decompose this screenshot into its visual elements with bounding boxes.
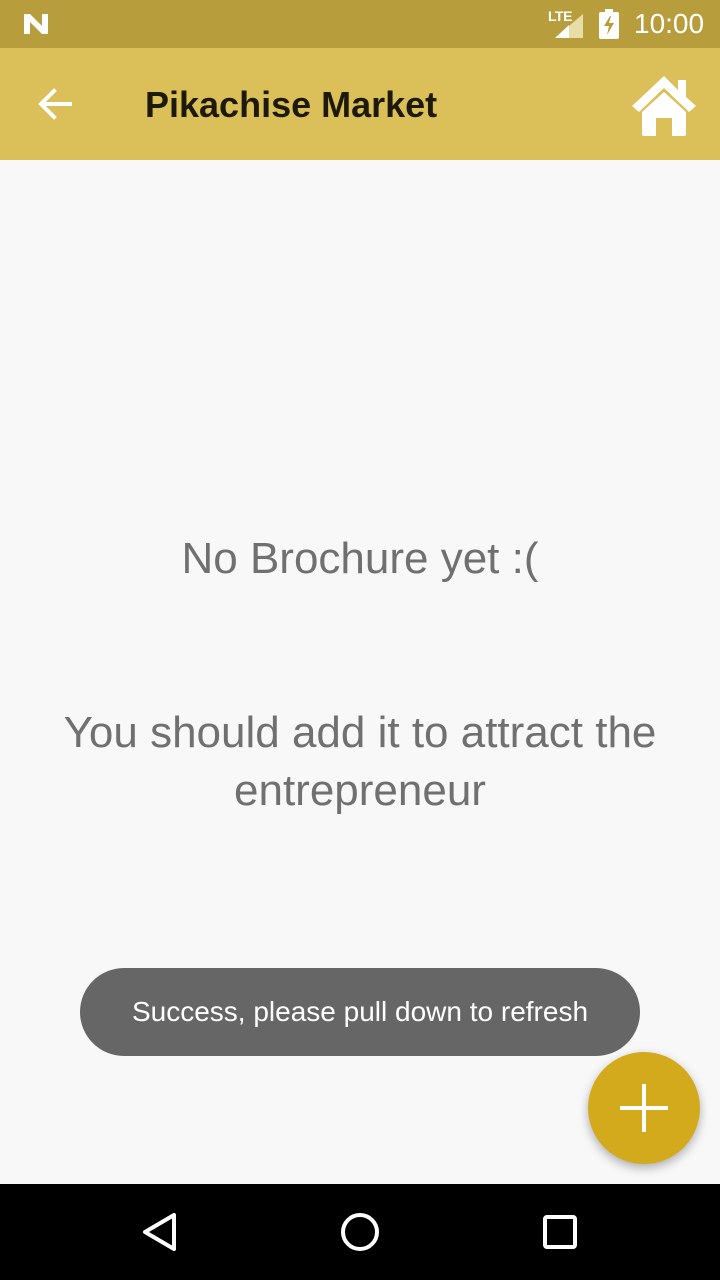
- toast-message: Success, please pull down to refresh: [80, 968, 640, 1056]
- plus-icon: [620, 1084, 668, 1132]
- home-circle-icon[interactable]: [336, 1208, 384, 1256]
- toast-text: Success, please pull down to refresh: [131, 996, 589, 1027]
- navigation-bar: [0, 1184, 720, 1280]
- page-title: Pikachise Market: [145, 84, 438, 125]
- empty-state-message: You should add it to attract the entrepr…: [63, 708, 657, 815]
- android-n-icon: [24, 14, 48, 34]
- back-triangle-icon[interactable]: [136, 1208, 184, 1256]
- arrow-back-icon[interactable]: [28, 78, 80, 130]
- app-bar: Pikachise Market: [0, 48, 720, 160]
- add-brochure-button[interactable]: [588, 1052, 700, 1164]
- battery-charging-icon: [599, 9, 619, 39]
- clock: 10:00: [634, 8, 705, 39]
- signal-icon: [555, 14, 583, 38]
- home-icon[interactable]: [628, 72, 700, 138]
- recents-square-icon[interactable]: [536, 1208, 584, 1256]
- empty-state-title: No Brochure yet :(: [181, 534, 539, 583]
- status-bar: LTE 10:00: [0, 0, 720, 48]
